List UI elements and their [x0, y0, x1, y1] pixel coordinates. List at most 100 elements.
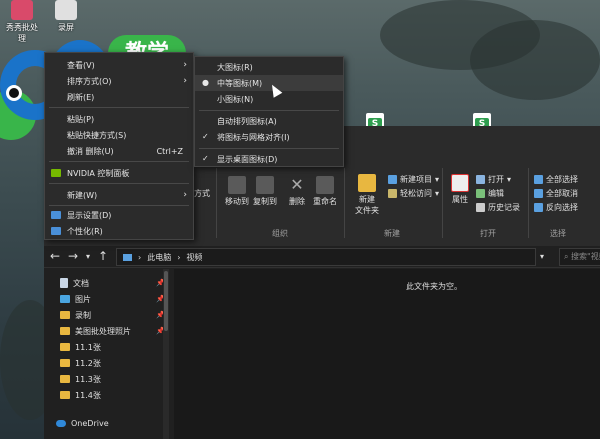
nav-item-label: 11.4张: [75, 390, 101, 400]
breadcrumb-this-pc[interactable]: 此电脑: [147, 252, 171, 263]
menu-item-label: 显示设置(D): [67, 210, 112, 220]
menu-item-label: 刷新(E): [67, 92, 95, 102]
submenu-item-show-desktop-icons[interactable]: ✓ 显示桌面图标(D): [195, 151, 343, 167]
menu-item-new[interactable]: 新建(W) ›: [45, 187, 193, 203]
nav-item-label: OneDrive: [71, 418, 109, 428]
nav-item-pictures[interactable]: 图片 📌: [60, 291, 165, 307]
select-none-button[interactable]: 全部取消: [534, 188, 578, 199]
nav-item-folder-11-1[interactable]: 11.1张: [60, 339, 165, 355]
delete-icon: ✕: [290, 175, 304, 194]
menu-item-display-settings[interactable]: 显示设置(D): [45, 207, 193, 223]
nav-item-folder-11-2[interactable]: 11.2张: [60, 355, 165, 371]
button-label: 方式: [194, 189, 210, 198]
group-label-new: 新建: [384, 229, 400, 238]
breadcrumb-separator-icon: ›: [138, 252, 142, 262]
desktop-icon-record[interactable]: 录屏: [44, 0, 88, 33]
check-mark-icon: ✓: [202, 132, 209, 141]
select-all-button[interactable]: 全部选择: [534, 174, 578, 185]
menu-item-sort[interactable]: 排序方式(O) ›: [45, 73, 193, 89]
copy-path-button[interactable]: 方式: [194, 188, 210, 199]
search-input[interactable]: ⌕ 搜索"视频": [559, 248, 600, 266]
menu-item-paste-shortcut[interactable]: 粘贴快捷方式(S): [45, 127, 193, 143]
menu-item-paste[interactable]: 粘贴(P): [45, 111, 193, 127]
address-dropdown-icon[interactable]: ▾: [540, 252, 544, 261]
file-list-area[interactable]: 此文件夹为空。: [174, 269, 600, 439]
menu-item-label: 查看(V): [67, 60, 95, 70]
app-icon: [11, 0, 33, 20]
submenu-item-label: 自动排列图标(A): [217, 116, 277, 126]
submenu-item-auto-arrange[interactable]: 自动排列图标(A): [195, 113, 343, 129]
properties-icon: [451, 174, 469, 192]
nav-item-folder-11-4[interactable]: 11.4张: [60, 387, 165, 403]
submenu-item-large-icons[interactable]: 大图标(R): [195, 59, 343, 75]
easy-access-icon: [388, 189, 397, 198]
nav-item-label: 11.3张: [75, 374, 101, 384]
menu-item-personalize[interactable]: 个性化(R): [45, 223, 193, 239]
nav-item-recordings[interactable]: 录制 📌: [60, 307, 165, 323]
app-icon: [55, 0, 77, 20]
breadcrumb-separator-icon: ›: [177, 252, 181, 262]
new-item-button[interactable]: 新建项目 ▾: [388, 174, 439, 185]
group-label-open: 打开: [480, 229, 496, 238]
submenu-item-label: 大图标(R): [217, 62, 253, 72]
forward-arrow-icon[interactable]: →: [68, 249, 78, 263]
chevron-down-icon: ▾: [507, 175, 512, 184]
nav-scrollbar[interactable]: [163, 269, 169, 439]
up-arrow-icon[interactable]: ↑: [98, 249, 108, 263]
properties-button[interactable]: 属性: [448, 174, 472, 205]
history-button[interactable]: 历史记录: [476, 202, 520, 213]
nav-item-label: 11.1张: [75, 342, 101, 352]
display-icon: [51, 211, 61, 219]
nav-item-batch-photos[interactable]: 美图批处理照片 📌: [60, 323, 165, 339]
submenu-item-align-grid[interactable]: ✓ 将图标与网格对齐(I): [195, 129, 343, 145]
personalize-icon: [51, 227, 61, 235]
address-field[interactable]: › 此电脑 › 视频: [116, 248, 536, 266]
menu-item-nvidia[interactable]: NVIDIA 控制面板: [45, 165, 193, 181]
submenu-item-label: 将图标与网格对齐(I): [217, 132, 290, 142]
breadcrumb-videos[interactable]: 视频: [186, 252, 202, 263]
nav-item-label: 美图批处理照片: [75, 326, 131, 336]
nav-item-documents[interactable]: 文档 📌: [60, 275, 165, 291]
rename-icon: [316, 176, 334, 194]
select-all-icon: [534, 175, 543, 184]
scrollbar-thumb[interactable]: [164, 271, 168, 331]
computer-icon: [123, 253, 132, 261]
rename-button[interactable]: 重命名: [310, 176, 340, 207]
edit-icon: [476, 189, 485, 198]
button-label: 重命名: [313, 197, 337, 206]
nav-item-onedrive[interactable]: OneDrive: [56, 415, 161, 431]
select-none-icon: [534, 189, 543, 198]
easy-access-button[interactable]: 轻松访问 ▾: [388, 188, 439, 199]
submenu-item-small-icons[interactable]: 小图标(N): [195, 91, 343, 107]
copy-to-button[interactable]: 复制到: [250, 176, 280, 207]
menu-item-label: 撤消 删除(U): [67, 146, 114, 156]
move-icon: [228, 176, 246, 194]
edit-button[interactable]: 编辑: [476, 188, 504, 199]
copy-icon: [256, 176, 274, 194]
nav-item-folder-11-3[interactable]: 11.3张: [60, 371, 165, 387]
folder-icon: [60, 375, 70, 383]
button-label: 删除: [289, 197, 305, 206]
new-folder-button[interactable]: 新建 文件夹: [350, 174, 384, 216]
empty-folder-message: 此文件夹为空。: [406, 282, 462, 291]
nav-item-label: 文档: [73, 278, 89, 288]
menu-item-label: NVIDIA 控制面板: [67, 168, 130, 178]
desktop-context-menu: 查看(V) › 排序方式(O) › 刷新(E) 粘贴(P) 粘贴快捷方式(S) 撤消…: [44, 52, 194, 240]
menu-item-refresh[interactable]: 刷新(E): [45, 89, 193, 105]
folder-icon: [60, 391, 70, 399]
nav-item-label: 11.2张: [75, 358, 101, 368]
submenu-item-label: 小图标(N): [217, 94, 254, 104]
move-to-button[interactable]: 移动到: [222, 176, 252, 207]
folder-icon: [358, 174, 376, 192]
address-bar-row: ← → ▾ ↑ › 此电脑 › 视频 ▾ ⌕ 搜索"视频": [44, 246, 600, 268]
invert-selection-button[interactable]: 反向选择: [534, 202, 578, 213]
group-label-select: 选择: [550, 229, 566, 238]
document-icon: [60, 278, 68, 288]
recent-dropdown-icon[interactable]: ▾: [86, 252, 90, 261]
menu-item-undo-delete[interactable]: 撤消 删除(U) Ctrl+Z: [45, 143, 193, 159]
button-label: 复制到: [253, 197, 277, 206]
delete-button[interactable]: ✕ 删除: [284, 176, 310, 207]
open-button[interactable]: 打开 ▾: [476, 174, 511, 185]
back-arrow-icon[interactable]: ←: [50, 249, 60, 263]
menu-item-view[interactable]: 查看(V) ›: [45, 57, 193, 73]
